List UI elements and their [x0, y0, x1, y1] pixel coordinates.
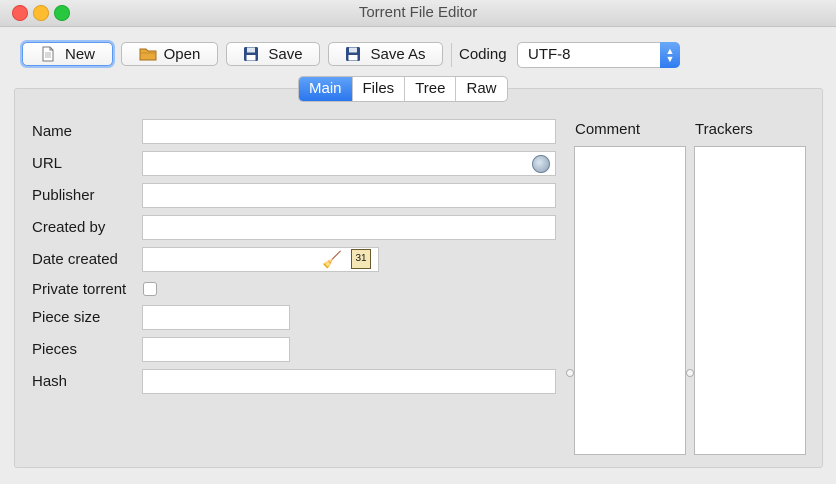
coding-select-value: UTF-8 [528, 46, 571, 63]
tab-raw[interactable]: Raw [455, 77, 506, 101]
new-button-label: New [64, 45, 95, 63]
floppy-icon [243, 46, 259, 62]
trackers-textarea[interactable] [694, 146, 806, 455]
save-button[interactable]: Save [226, 42, 320, 66]
open-button[interactable]: Open [121, 42, 218, 66]
name-field[interactable] [142, 119, 556, 144]
publisher-label: Publisher [32, 187, 95, 204]
hash-label: Hash [32, 373, 68, 390]
coding-label: Coding [459, 46, 507, 63]
title-bar: Torrent File Editor [0, 0, 836, 27]
splitter-handle[interactable] [686, 369, 694, 377]
publisher-field[interactable] [142, 183, 556, 208]
created-by-label: Created by [32, 219, 106, 236]
open-button-label: Open [163, 45, 201, 63]
private-torrent-checkbox[interactable] [143, 282, 157, 296]
chevron-up-down-icon: ▲ ▼ [660, 42, 680, 68]
splitter-handle[interactable] [566, 369, 574, 377]
globe-icon[interactable] [532, 155, 550, 173]
broom-icon[interactable]: 🧹 [322, 250, 342, 270]
coding-select[interactable]: UTF-8 ▲ ▼ [517, 42, 680, 68]
private-torrent-label: Private torrent [32, 281, 127, 298]
url-label: URL [32, 155, 63, 172]
toolbar-separator [451, 43, 452, 67]
name-label: Name [32, 123, 73, 140]
comment-textarea[interactable] [574, 146, 686, 455]
piece-size-label: Piece size [32, 309, 101, 326]
document-icon [40, 46, 56, 62]
new-button[interactable]: New [22, 42, 113, 66]
calendar-icon[interactable]: 31 [351, 249, 371, 269]
save-as-button[interactable]: Save As [328, 42, 443, 66]
tab-main[interactable]: Main [299, 77, 352, 101]
floppy-icon [345, 46, 361, 62]
comment-label: Comment [575, 121, 641, 138]
tab-files[interactable]: Files [351, 77, 405, 101]
pieces-label: Pieces [32, 341, 78, 358]
save-as-button-label: Save As [370, 45, 426, 63]
tab-tree[interactable]: Tree [404, 77, 455, 101]
created-by-field[interactable] [142, 215, 556, 240]
folder-icon [139, 46, 157, 62]
trackers-label: Trackers [695, 121, 753, 138]
date-created-field[interactable] [142, 247, 379, 272]
tab-bar: Main Files Tree Raw [298, 76, 508, 102]
date-created-label: Date created [32, 251, 118, 268]
piece-size-field[interactable] [142, 305, 290, 330]
window-title: Torrent File Editor [358, 4, 478, 21]
save-button-label: Save [268, 45, 303, 63]
url-field[interactable] [142, 151, 556, 176]
pieces-field[interactable] [142, 337, 290, 362]
hash-field[interactable] [142, 369, 556, 394]
